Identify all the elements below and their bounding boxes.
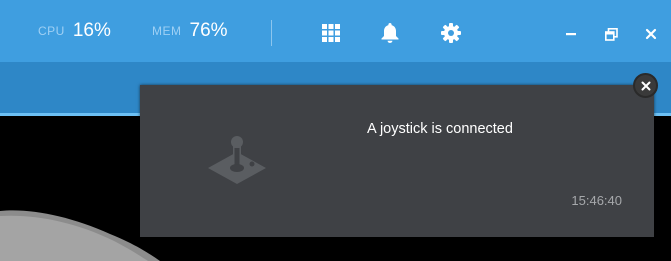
- close-icon: [641, 81, 650, 90]
- restore-button[interactable]: [598, 22, 624, 46]
- app-window: CPU 16% MEM 76% A joystick is connected …: [0, 0, 671, 261]
- cpu-stat: CPU 16%: [38, 0, 111, 62]
- bell-icon: [381, 23, 399, 43]
- mem-value: 76%: [189, 20, 228, 41]
- minimize-button[interactable]: [558, 22, 584, 46]
- cpu-value: 16%: [72, 20, 111, 41]
- settings-button[interactable]: [438, 20, 464, 46]
- apps-grid-icon: [322, 24, 340, 42]
- notification-close-button[interactable]: [633, 73, 658, 98]
- top-bar: CPU 16% MEM 76%: [0, 0, 671, 62]
- notification-message: A joystick is connected: [367, 121, 513, 137]
- window-close-button[interactable]: [638, 22, 664, 46]
- mem-stat: MEM 76%: [152, 0, 228, 62]
- joystick-icon: [208, 136, 266, 184]
- notification-timestamp: 15:46:40: [571, 193, 622, 208]
- header-divider: [271, 20, 272, 46]
- mem-label: MEM: [152, 24, 182, 38]
- notifications-button[interactable]: [377, 20, 403, 46]
- notification-toast: A joystick is connected 15:46:40: [140, 85, 654, 237]
- apps-grid-button[interactable]: [318, 20, 344, 46]
- gear-icon: [441, 23, 461, 43]
- cpu-label: CPU: [38, 24, 65, 38]
- close-icon: [645, 28, 657, 40]
- minimize-icon: [566, 33, 576, 36]
- restore-icon: [604, 27, 618, 41]
